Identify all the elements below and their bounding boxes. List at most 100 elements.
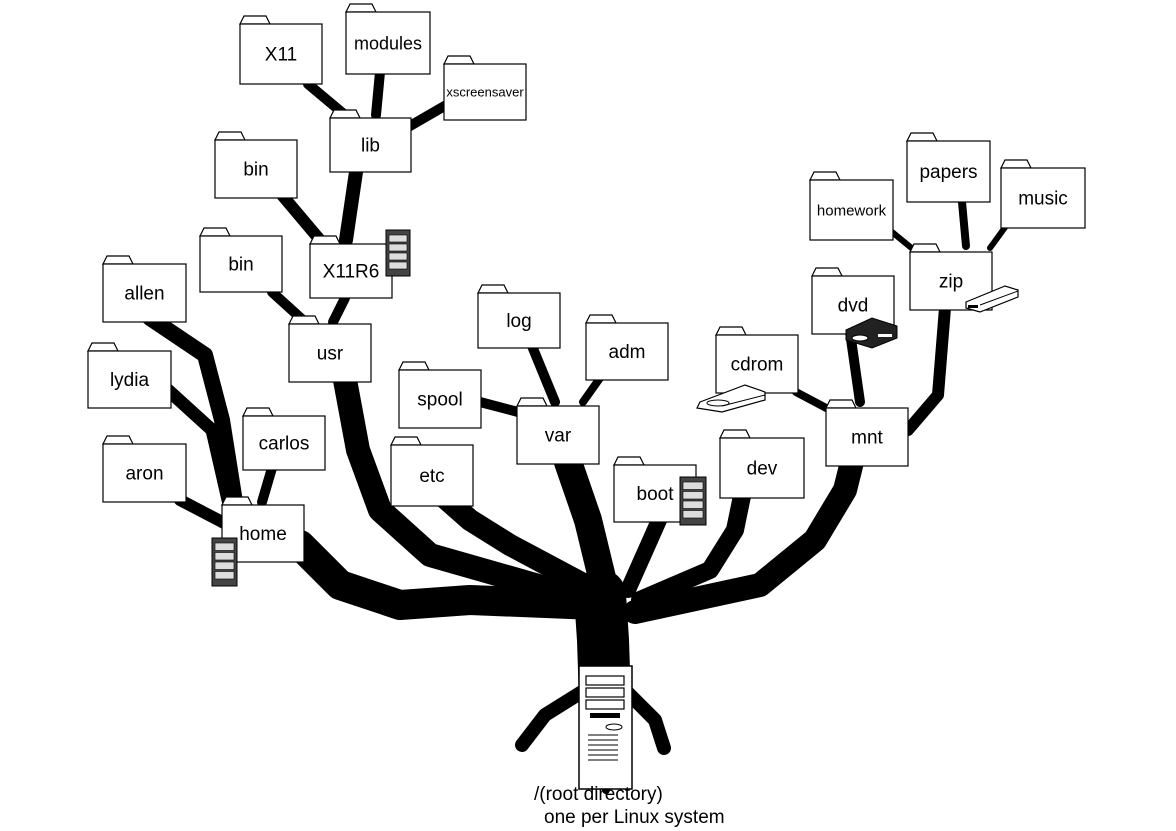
folder-modules: modules (345, 3, 431, 75)
folder-papers: papers (906, 132, 991, 203)
folder-label: usr (317, 344, 344, 365)
folder-tab (719, 429, 751, 439)
folder-tab (909, 243, 941, 253)
branch-bin-x11r6 (276, 189, 326, 246)
folder-label: modules (354, 33, 422, 53)
folder-label: cdrom (731, 355, 784, 376)
server-tower-icon (211, 537, 238, 587)
folder-label: spool (417, 390, 462, 411)
folder-dev: dev (719, 429, 805, 499)
folder-label: bin (243, 160, 268, 181)
server-tower-icon (679, 476, 707, 526)
branch-adm (579, 374, 604, 406)
folder-cdrom: cdrom (715, 326, 799, 394)
folder-label: music (1018, 189, 1068, 210)
root-caption-line2: one per Linux system (544, 807, 725, 828)
folder-tab (477, 284, 509, 294)
folder-tab (242, 407, 274, 417)
folder-label: allen (124, 284, 164, 305)
folder-var: var (516, 397, 600, 465)
branch-x11r6 (328, 293, 350, 327)
folder-tab (825, 399, 857, 409)
folder-label: boot (637, 484, 675, 505)
server-tower-icon (385, 229, 411, 277)
folder-tab (715, 326, 747, 336)
folder-tab (288, 315, 320, 325)
tree-svg: X11 modules xscreensaver lib bin bin X11R6 alle… (87, 3, 1086, 794)
folder-label: homework (817, 202, 887, 219)
branch-music (987, 223, 1009, 251)
folder-label: etc (419, 466, 444, 487)
folder-label: lydia (110, 370, 150, 391)
folder-music: music (1000, 159, 1086, 229)
computer-tower-icon (578, 665, 633, 790)
branch-lib (339, 165, 363, 247)
folder-label: lib (361, 136, 380, 157)
folder-adm: adm (585, 314, 669, 381)
folder-tab (443, 55, 475, 65)
folder-label: dvd (838, 296, 869, 317)
folder-label: var (545, 426, 572, 447)
folder-label: home (239, 524, 287, 545)
folder-tab (809, 171, 841, 181)
folder-label: xscreensaver (446, 85, 524, 100)
folder-label: dev (747, 459, 778, 480)
folder-tab (102, 255, 134, 265)
folder-tab (906, 132, 938, 142)
folder-label: aron (125, 464, 163, 485)
folder-tab (199, 227, 231, 237)
branch-boot (620, 510, 668, 598)
root-caption-line1: /(root directory) (534, 784, 663, 805)
linux-directory-tree-diagram: X11 modules xscreensaver lib bin bin X11R6 alle… (0, 0, 1176, 831)
folder-tab (613, 456, 645, 466)
folder-tab (214, 131, 246, 141)
branch-carlos (257, 463, 277, 507)
folder-etc: etc (390, 436, 474, 507)
folder-tab (221, 496, 253, 506)
folder-tab (329, 109, 361, 119)
folder-tab (398, 361, 430, 371)
folder-tab (239, 15, 271, 25)
branch-modules (371, 67, 385, 120)
folder-bin-usr: bin (199, 227, 283, 293)
folder-label: mnt (851, 428, 883, 449)
folder-xscreensaver: xscreensaver (443, 55, 527, 121)
folder-label: X11R6 (323, 262, 380, 283)
folder-tab (1000, 159, 1032, 169)
folder-usr: usr (288, 315, 372, 383)
folder-allen: allen (102, 255, 187, 323)
folder-label: bin (228, 255, 253, 276)
folder-tab (102, 435, 134, 445)
folder-x11: X11 (239, 15, 323, 85)
root-left (515, 683, 592, 752)
folder-tab (585, 314, 617, 324)
folder-label: log (506, 311, 531, 332)
folder-lib: lib (329, 109, 412, 173)
folder-homework: homework (809, 171, 894, 241)
folder-spool: spool (398, 361, 482, 429)
folder-tab (811, 267, 843, 277)
branch-xscreensaver (405, 99, 453, 131)
folder-lydia: lydia (87, 342, 172, 409)
folder-tab (345, 3, 377, 13)
branch-aron (174, 494, 234, 531)
branch-homework (889, 229, 917, 253)
branch-papers (958, 198, 970, 250)
branch-log (527, 341, 560, 407)
branch-zip (902, 302, 951, 436)
branch-cdrom (792, 388, 834, 414)
folder-label: carlos (259, 434, 310, 455)
folder-bin-x11r6: bin (214, 131, 298, 199)
folder-log: log (477, 284, 561, 349)
folder-x11r6: X11R6 (309, 235, 393, 299)
folder-tab (87, 342, 119, 352)
folder-aron: aron (102, 435, 187, 503)
folder-mnt: mnt (825, 399, 909, 467)
folder-label: adm (609, 342, 646, 363)
folder-label: papers (919, 162, 977, 183)
folder-tab (516, 397, 548, 407)
folder-carlos: carlos (242, 407, 326, 471)
folder-tab (390, 436, 422, 446)
folder-tab (309, 235, 341, 245)
branch-spool (475, 397, 523, 417)
